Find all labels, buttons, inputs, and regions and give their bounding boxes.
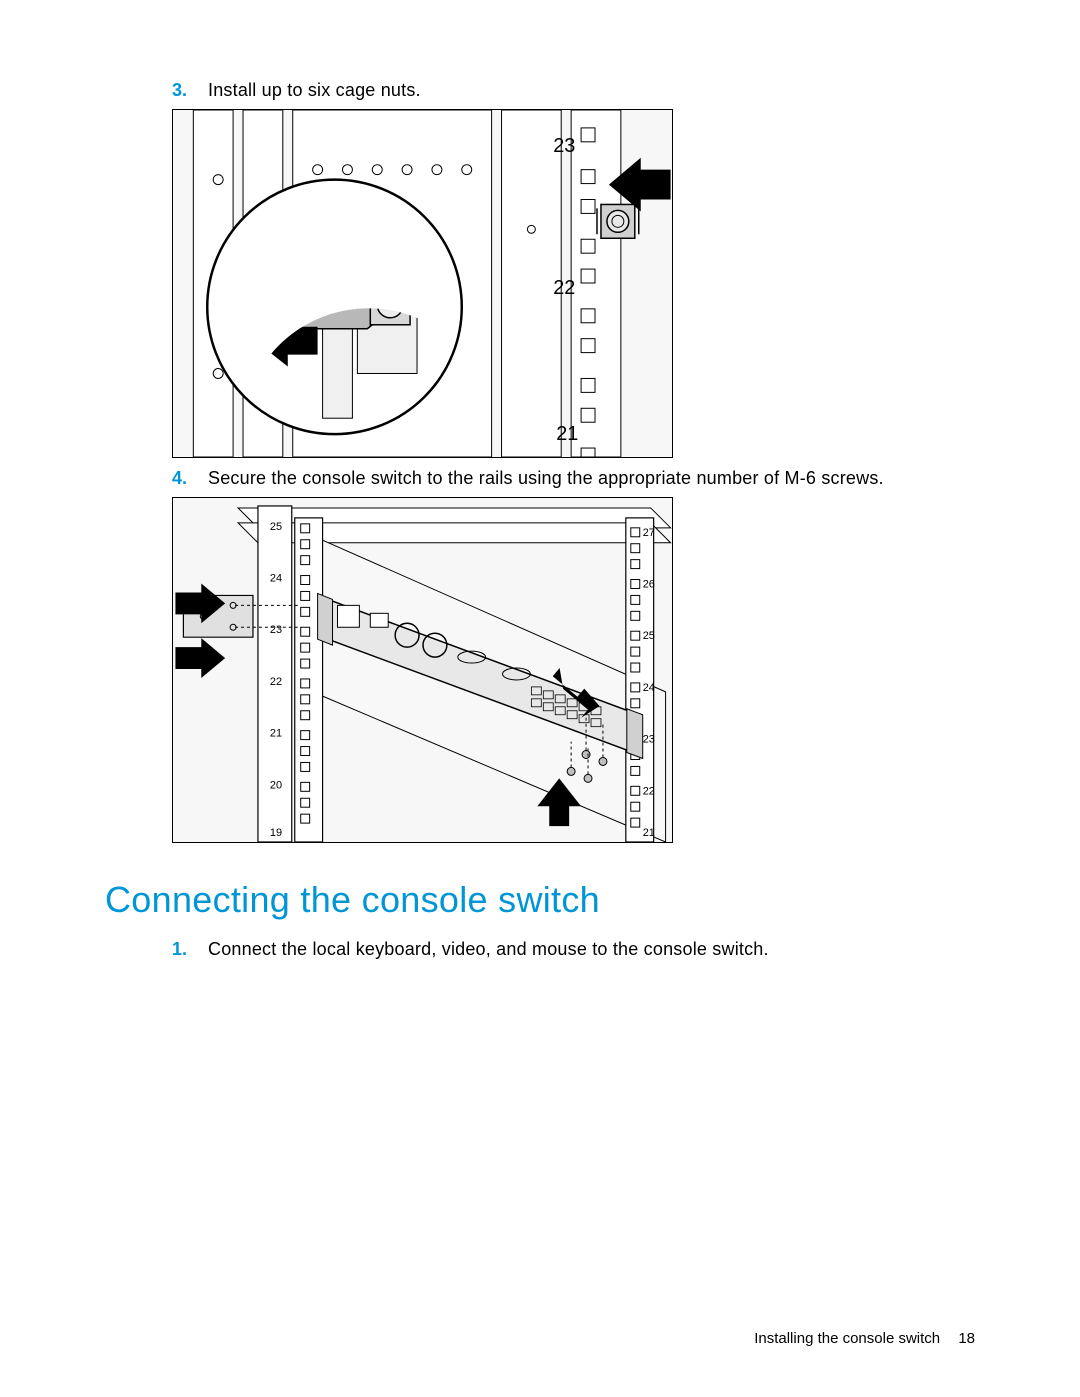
step-number: 1.	[172, 939, 190, 960]
step-line: 4. Secure the console switch to the rail…	[172, 468, 975, 489]
section-heading: Connecting the console switch	[105, 879, 975, 921]
svg-text:27: 27	[643, 527, 655, 539]
footer-section: Installing the console switch	[754, 1330, 940, 1347]
rack-label-22: 22	[553, 277, 575, 299]
svg-text:23: 23	[643, 734, 655, 746]
step-4: 4. Secure the console switch to the rail…	[172, 468, 975, 489]
svg-text:25: 25	[643, 630, 655, 642]
cage-nut-icon	[597, 204, 639, 238]
svg-text:21: 21	[270, 728, 282, 740]
svg-text:22: 22	[643, 785, 655, 797]
svg-text:20: 20	[270, 779, 282, 791]
document-page: 3. Install up to six cage nuts.	[0, 0, 1080, 1397]
svg-text:22: 22	[270, 676, 282, 688]
step-number: 4.	[172, 468, 190, 489]
rack-label-23: 23	[553, 135, 575, 157]
svg-text:26: 26	[643, 578, 655, 590]
cage-nut-diagram: 23 22 21	[173, 110, 672, 457]
svg-text:24: 24	[643, 682, 655, 694]
svg-text:23: 23	[270, 624, 282, 636]
page-footer: Installing the console switch 18	[754, 1330, 975, 1347]
rack-label-21: 21	[556, 423, 578, 445]
step-text: Install up to six cage nuts.	[208, 80, 421, 101]
svg-text:21: 21	[643, 827, 655, 839]
right-rail: 27 26 25 24 23 22 21	[626, 518, 655, 842]
step-number: 3.	[172, 80, 190, 101]
figure-cage-nut-install: 23 22 21	[172, 109, 673, 458]
step-1-connect: 1. Connect the local keyboard, video, an…	[172, 939, 975, 960]
step-text: Secure the console switch to the rails u…	[208, 468, 884, 489]
step-line: 3. Install up to six cage nuts.	[172, 80, 975, 101]
figure-secure-switch: 25 24 23 22 21 20 19 27	[172, 497, 673, 843]
svg-text:24: 24	[270, 573, 282, 585]
step-text: Connect the local keyboard, video, and m…	[208, 939, 769, 960]
svg-text:19: 19	[270, 827, 282, 839]
svg-text:25: 25	[270, 521, 282, 533]
step-line: 1. Connect the local keyboard, video, an…	[172, 939, 975, 960]
step-3: 3. Install up to six cage nuts.	[172, 80, 975, 101]
secure-switch-diagram: 25 24 23 22 21 20 19 27	[173, 498, 672, 842]
footer-page-number: 18	[958, 1330, 975, 1347]
left-rail: 25 24 23 22 21 20 19	[258, 506, 323, 842]
